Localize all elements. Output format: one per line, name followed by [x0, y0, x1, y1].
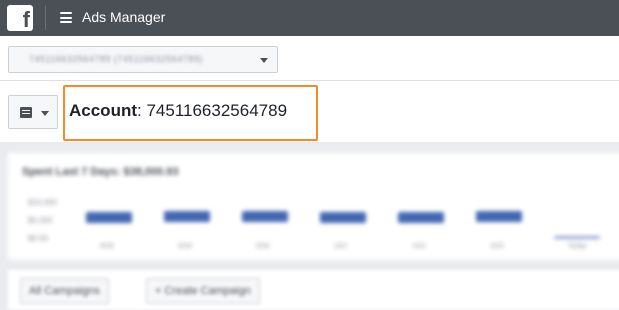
chart-title: Spent Last 7 Days: $38,000.93 — [22, 166, 179, 178]
hamburger-menu-icon[interactable] — [60, 12, 72, 23]
chart-bar — [476, 211, 522, 223]
app-title[interactable]: Ads Manager — [82, 9, 165, 25]
facebook-logo-icon[interactable]: f — [7, 5, 33, 31]
account-selector-value: 745116632564789 (745116632564789) — [29, 54, 203, 64]
chevron-down-icon — [41, 111, 49, 116]
y-tick-label: $10,000 — [28, 198, 57, 207]
x-tick-label: 9/28 — [100, 243, 114, 250]
x-tick-label: 9/30 — [256, 243, 270, 250]
chart-bar — [164, 210, 210, 222]
all-campaigns-dropdown[interactable]: All Campaigns — [20, 278, 109, 304]
y-tick-label: $5,000 — [28, 216, 53, 225]
facebook-logo-letter: f — [22, 7, 30, 32]
account-title: Account: 745116632564789 — [69, 101, 287, 121]
account-menu-button[interactable] — [8, 95, 58, 129]
campaign-toolbar: All Campaigns + Create Campaign — [8, 270, 619, 310]
create-campaign-button[interactable]: + Create Campaign — [146, 278, 260, 304]
account-selector-dropdown[interactable]: 745116632564789 (745116632564789) — [8, 46, 278, 73]
x-tick-label: 9/29 — [178, 243, 192, 250]
topbar-divider — [45, 6, 46, 30]
chart-bar — [86, 211, 132, 223]
account-separator: : — [137, 101, 142, 120]
x-tick-label: 10/2 — [412, 243, 426, 250]
chart-bar — [242, 211, 288, 223]
divider — [0, 80, 619, 81]
top-navigation-bar: f Ads Manager — [0, 0, 619, 36]
x-tick-label: Today — [568, 243, 587, 250]
x-tick-label: 10/1 — [334, 243, 348, 250]
y-tick-label: $0.00 — [28, 234, 49, 243]
x-tick-label: 10/3 — [490, 243, 504, 250]
chart-bar — [398, 211, 444, 223]
account-id: 745116632564789 — [146, 101, 288, 120]
chart-bar — [554, 236, 600, 240]
spend-chart-card: Spent Last 7 Days: $38,000.93 $10,000 $5… — [8, 153, 619, 260]
chart-bar — [320, 212, 366, 224]
chevron-down-icon — [260, 58, 268, 63]
account-label: Account — [69, 101, 137, 120]
document-icon — [20, 107, 32, 118]
